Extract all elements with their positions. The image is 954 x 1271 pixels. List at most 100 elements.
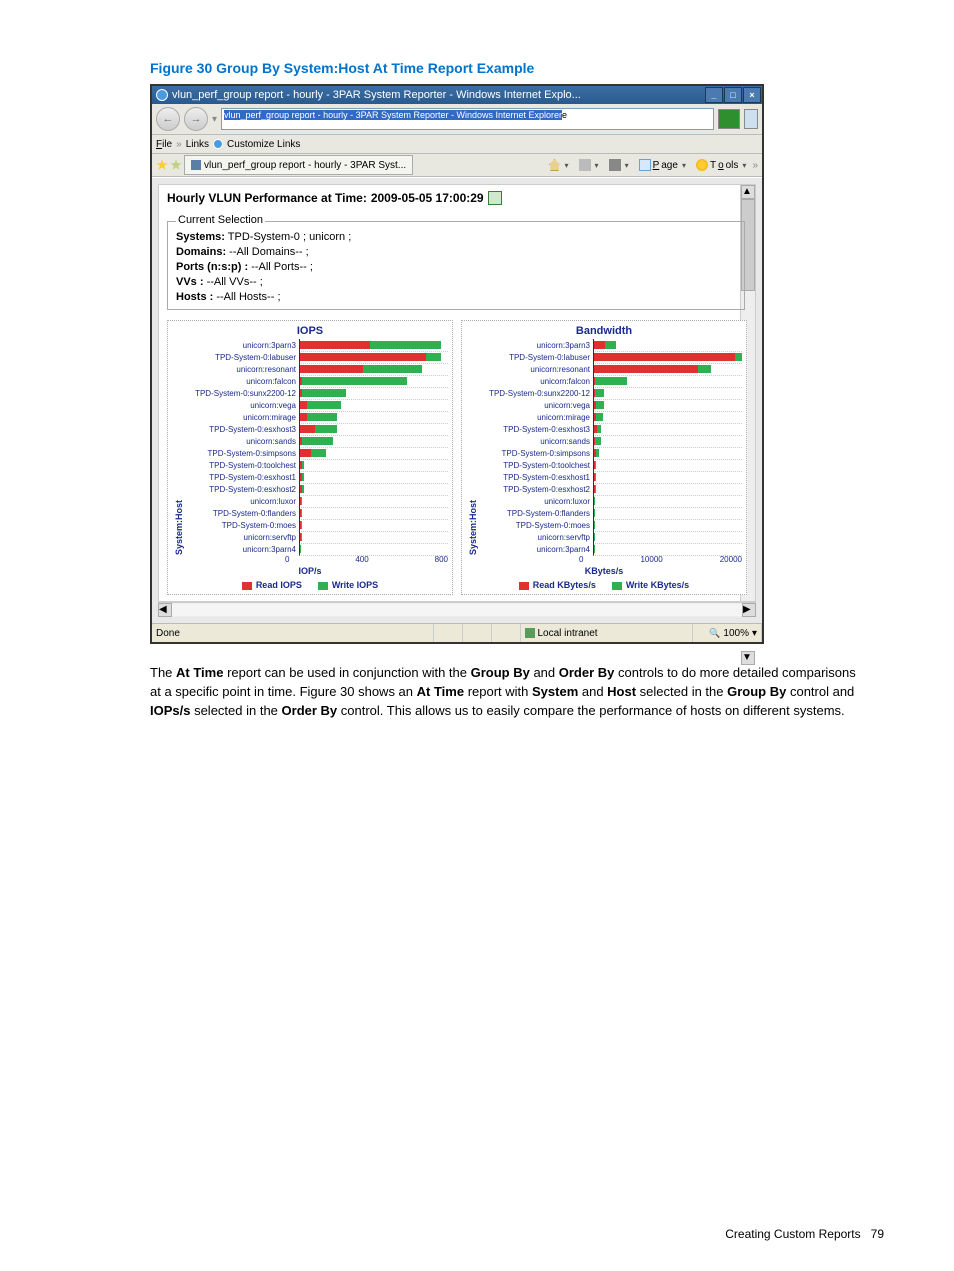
bar-segment (302, 437, 333, 445)
scroll-left-button[interactable]: ◀ (158, 603, 172, 617)
status-empty-3 (492, 624, 521, 642)
back-button[interactable]: ← (156, 107, 180, 131)
bar-segment (307, 413, 337, 421)
feeds-dropdown[interactable] (575, 157, 603, 173)
bar-segment (596, 413, 603, 421)
scroll-up-button[interactable]: ▲ (741, 185, 755, 199)
bar-label: unicorn:sands (480, 437, 593, 446)
bar-row: TPD-System-0:simpsons (186, 447, 448, 459)
bar-segment (595, 461, 596, 469)
legend-swatch (519, 582, 529, 590)
bar-label: unicorn:servftp (186, 533, 299, 542)
chart-ylabel: System:Host (466, 339, 480, 555)
bar-label: unicorn:vega (480, 401, 593, 410)
close-button[interactable]: × (743, 87, 761, 103)
legend-item: Read IOPS (242, 580, 302, 590)
bar-label: unicorn:3parn4 (480, 545, 593, 554)
go-button[interactable] (718, 109, 740, 129)
bar-label: unicorn:resonant (186, 365, 299, 374)
print-dropdown[interactable] (605, 157, 633, 173)
chart-xlabel: KBytes/s (466, 564, 742, 576)
bar-row: TPD-System-0:esxhost2 (186, 483, 448, 495)
bar-segment (300, 365, 363, 373)
legend-swatch (318, 582, 328, 590)
bar-row: unicorn:servftp (480, 531, 742, 543)
menu-customize-links[interactable]: Customize Links (227, 139, 300, 150)
bar-segment (597, 425, 601, 433)
bar-label: TPD-System-0:labuser (186, 353, 299, 362)
home-dropdown[interactable] (545, 157, 573, 173)
bar-label: TPD-System-0:sunx2200-12 (186, 389, 299, 398)
bar-segment (302, 377, 407, 385)
bar-row: unicorn:falcon (186, 375, 448, 387)
bar-label: TPD-System-0:moes (186, 521, 299, 530)
bar-label: TPD-System-0:toolchest (480, 461, 593, 470)
bar-row: TPD-System-0:esxhost1 (186, 471, 448, 483)
bar-label: TPD-System-0:esxhost2 (186, 485, 299, 494)
bar-segment (594, 353, 735, 361)
minimize-button[interactable]: _ (705, 87, 723, 103)
bar-row: TPD-System-0:flanders (480, 507, 742, 519)
menu-links-label: Links (186, 139, 209, 150)
chart-ylabel: System:Host (172, 339, 186, 555)
legend-item: Write KBytes/s (612, 580, 689, 590)
bar-row: unicorn:resonant (480, 363, 742, 375)
tab-label: vlun_perf_group report - hourly - 3PAR S… (204, 160, 406, 171)
axis-tick: 20000 (720, 555, 742, 564)
menu-file[interactable]: File (156, 139, 172, 150)
bar-label: unicorn:3parn3 (480, 341, 593, 350)
body-paragraph: The At Time report can be used in conjun… (150, 664, 870, 721)
bar-segment (301, 509, 302, 517)
bar-row: TPD-System-0:flanders (186, 507, 448, 519)
search-dropdown[interactable] (744, 109, 758, 129)
bandwidth-chart: BandwidthSystem:Hostunicorn:3parn3TPD-Sy… (461, 320, 747, 595)
bar-row: unicorn:vega (480, 399, 742, 411)
bar-label: TPD-System-0:moes (480, 521, 593, 530)
maximize-button[interactable]: □ (724, 87, 742, 103)
scroll-down-button[interactable]: ▼ (741, 651, 755, 665)
bar-segment (302, 473, 304, 481)
bar-row: TPD-System-0:moes (480, 519, 742, 531)
bar-label: TPD-System-0:simpsons (186, 449, 299, 458)
bar-segment (605, 341, 616, 349)
titlebar: vlun_perf_group report - hourly - 3PAR S… (152, 86, 762, 104)
bar-label: TPD-System-0:flanders (480, 509, 593, 518)
browser-tab[interactable]: vlun_perf_group report - hourly - 3PAR S… (184, 155, 413, 175)
tools-menu[interactable]: Tools (692, 157, 750, 173)
bar-segment (370, 341, 440, 349)
bar-segment (300, 413, 307, 421)
tab-page-icon (191, 160, 201, 170)
bar-label: TPD-System-0:toolchest (186, 461, 299, 470)
bar-segment (595, 437, 602, 445)
status-empty-2 (463, 624, 492, 642)
bar-row: TPD-System-0:esxhost2 (480, 483, 742, 495)
zone-icon (525, 628, 535, 638)
add-favorites-icon[interactable] (170, 159, 182, 171)
bar-segment (596, 401, 603, 409)
favorites-star-icon[interactable] (156, 159, 168, 171)
bar-row: TPD-System-0:esxhost3 (186, 423, 448, 435)
bar-row: unicorn:3parn3 (186, 339, 448, 351)
bar-row: TPD-System-0:labuser (480, 351, 742, 363)
bar-row: unicorn:sands (480, 435, 742, 447)
address-bar[interactable]: vlun_perf_group report - hourly - 3PAR S… (221, 108, 714, 130)
bar-segment (300, 449, 311, 457)
bar-row: TPD-System-0:labuser (186, 351, 448, 363)
forward-button[interactable]: → (184, 107, 208, 131)
status-zone: Local intranet (521, 624, 694, 642)
bar-label: unicorn:sands (186, 437, 299, 446)
bar-label: TPD-System-0:flanders (186, 509, 299, 518)
horizontal-scrollbar[interactable]: ◀ ▶ (158, 602, 756, 617)
figure-caption: Figure 30 Group By System:Host At Time R… (150, 60, 884, 76)
bar-row: unicorn:resonant (186, 363, 448, 375)
page-menu[interactable]: Page (635, 157, 690, 173)
browser-window: vlun_perf_group report - hourly - 3PAR S… (150, 84, 764, 644)
chart-title: Bandwidth (466, 325, 742, 339)
bar-row: unicorn:mirage (186, 411, 448, 423)
bar-segment (307, 401, 340, 409)
bar-segment (315, 425, 337, 433)
bar-segment (300, 353, 426, 361)
export-xls-icon[interactable] (488, 191, 502, 205)
bar-label: TPD-System-0:esxhost3 (186, 425, 299, 434)
bar-segment (735, 353, 742, 361)
